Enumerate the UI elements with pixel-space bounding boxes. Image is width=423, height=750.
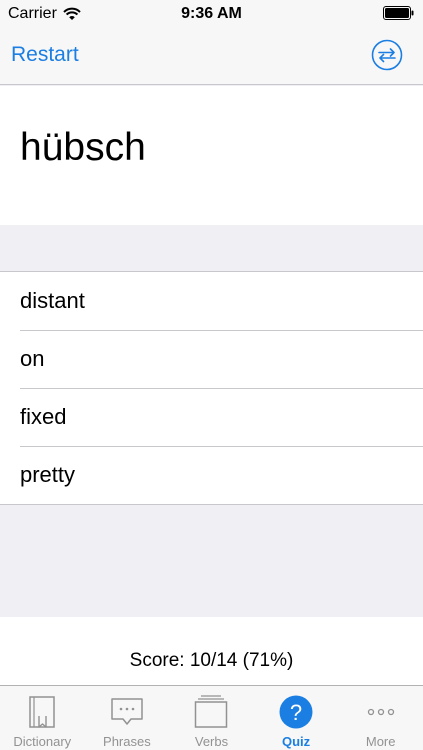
status-right <box>383 6 415 25</box>
tab-label: Quiz <box>281 734 311 749</box>
score-area: Score: 10/14 (71%) <box>0 617 423 685</box>
tab-label: Dictionary <box>13 734 72 749</box>
tab-verbs[interactable]: Verbs <box>169 686 254 750</box>
restart-button[interactable]: Restart <box>11 43 79 67</box>
more-dots-icon <box>367 708 394 716</box>
tab-more[interactable]: More <box>338 686 423 750</box>
answer-label: on <box>20 346 45 371</box>
answer-option-1[interactable]: distant <box>0 272 423 330</box>
svg-text:?: ? <box>290 700 302 725</box>
tab-label: More <box>365 734 396 749</box>
tab-dictionary[interactable]: Dictionary <box>0 686 85 750</box>
question-icon: ? <box>279 695 313 729</box>
answer-label: pretty <box>20 462 76 487</box>
tab-label: Verbs <box>194 734 229 749</box>
quiz-word: hübsch <box>20 126 146 169</box>
answer-list: distant on fixed pretty <box>0 271 423 505</box>
swap-icon[interactable] <box>371 39 403 71</box>
answer-label: fixed <box>20 404 67 429</box>
speech-bubble-icon <box>111 698 143 725</box>
nav-bar: Restart <box>0 28 423 85</box>
answer-option-4[interactable]: pretty <box>0 446 423 504</box>
cards-stack-icon <box>195 695 228 728</box>
answer-option-2[interactable]: on <box>0 330 423 388</box>
score-label: Score: 10/14 (71%) <box>129 650 294 671</box>
quiz-word-area: hübsch <box>0 86 423 225</box>
status-bar: Carrier 9:36 AM <box>0 0 423 28</box>
status-time: 9:36 AM <box>181 5 242 22</box>
book-icon <box>29 696 56 728</box>
tab-label: Phrases <box>103 734 151 749</box>
tab-phrases[interactable]: Phrases <box>85 686 170 750</box>
tab-quiz[interactable]: ? Quiz <box>254 686 339 750</box>
tab-bar: Dictionary Phrases Verbs ? Quiz More <box>0 685 423 750</box>
answer-label: distant <box>20 288 85 313</box>
answer-option-3[interactable]: fixed <box>0 388 423 446</box>
battery-icon <box>383 6 414 20</box>
